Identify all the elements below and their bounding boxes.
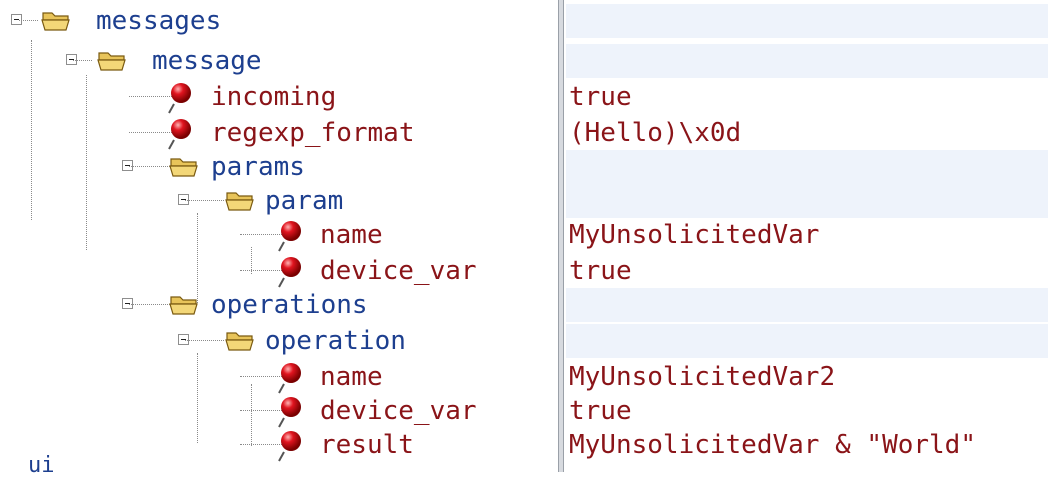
attribute-value[interactable]: true <box>569 394 632 428</box>
attribute-value[interactable]: (Hello)\x0d <box>569 116 741 150</box>
attribute-name[interactable]: device_var <box>320 394 477 428</box>
attribute-name[interactable]: device_var <box>320 254 477 288</box>
red-bullet-icon <box>278 428 312 462</box>
value-cell[interactable] <box>566 44 1048 78</box>
tree-row[interactable]: params <box>0 150 1048 184</box>
tree-connector-line <box>251 384 252 446</box>
value-cell[interactable] <box>566 254 1048 288</box>
folder-open-icon <box>40 4 74 38</box>
tree-connector-line <box>31 40 32 220</box>
tree-row[interactable]: device_var true <box>0 254 1048 288</box>
tree-row[interactable]: incoming true <box>0 80 1048 114</box>
tree-row[interactable]: param <box>0 184 1048 218</box>
attribute-value[interactable]: true <box>569 254 632 288</box>
element-name[interactable]: message <box>152 44 262 78</box>
folder-open-icon <box>168 150 202 184</box>
partial-tree-label: ui <box>28 453 55 478</box>
tree-connector-line <box>197 213 198 303</box>
tree-connector-line <box>19 20 38 21</box>
attribute-value[interactable]: true <box>569 80 632 114</box>
attribute-value[interactable]: MyUnsolicitedVar <box>569 218 819 252</box>
attribute-name[interactable]: name <box>320 360 383 394</box>
red-bullet-icon <box>278 218 312 252</box>
folder-open-icon <box>224 184 258 218</box>
tree-connector-line <box>197 353 198 443</box>
red-bullet-icon <box>168 80 202 114</box>
tree-row[interactable]: operation <box>0 324 1048 358</box>
folder-open-icon <box>224 324 258 358</box>
attribute-value[interactable]: MyUnsolicitedVar2 <box>569 360 835 394</box>
tree-row[interactable]: result MyUnsolicitedVar & "World" <box>0 428 1048 462</box>
tree-row[interactable]: messages <box>0 4 1048 38</box>
attribute-value[interactable]: MyUnsolicitedVar & "World" <box>569 428 976 462</box>
red-bullet-icon <box>278 254 312 288</box>
tree-connector-line <box>73 60 92 61</box>
tree-row[interactable]: name MyUnsolicitedVar2 <box>0 360 1048 394</box>
tree-row[interactable]: regexp_format (Hello)\x0d <box>0 116 1048 150</box>
attribute-name[interactable]: result <box>320 428 414 462</box>
tree-row[interactable]: operations <box>0 288 1048 322</box>
element-name[interactable]: params <box>211 150 305 184</box>
element-name[interactable]: messages <box>96 4 221 38</box>
element-name[interactable]: operations <box>211 288 368 322</box>
attribute-name[interactable]: name <box>320 218 383 252</box>
value-cell[interactable] <box>566 4 1048 38</box>
element-name[interactable]: operation <box>265 324 406 358</box>
value-cell[interactable] <box>566 394 1048 428</box>
tree-connector-line <box>251 247 252 274</box>
tree-row[interactable]: name MyUnsolicitedVar <box>0 218 1048 252</box>
tree-connector-line <box>185 200 224 201</box>
folder-open-icon <box>96 44 130 78</box>
attribute-name[interactable]: regexp_format <box>211 116 415 150</box>
tree-connector-line <box>86 75 87 250</box>
value-cell[interactable] <box>566 324 1048 358</box>
value-cell[interactable] <box>566 150 1048 184</box>
value-cell[interactable] <box>566 80 1048 114</box>
red-bullet-icon <box>278 360 312 394</box>
attribute-name[interactable]: incoming <box>211 80 336 114</box>
red-bullet-icon <box>278 394 312 428</box>
tree-row[interactable]: message <box>0 44 1048 78</box>
red-bullet-icon <box>168 116 202 150</box>
value-cell[interactable] <box>566 288 1048 322</box>
element-name[interactable]: param <box>265 184 343 218</box>
tree-connector-line <box>185 340 224 341</box>
xml-tree-view: messages message incoming true regexp_format… <box>0 0 1048 472</box>
tree-row[interactable]: device_var true <box>0 394 1048 428</box>
value-cell[interactable] <box>566 184 1048 218</box>
